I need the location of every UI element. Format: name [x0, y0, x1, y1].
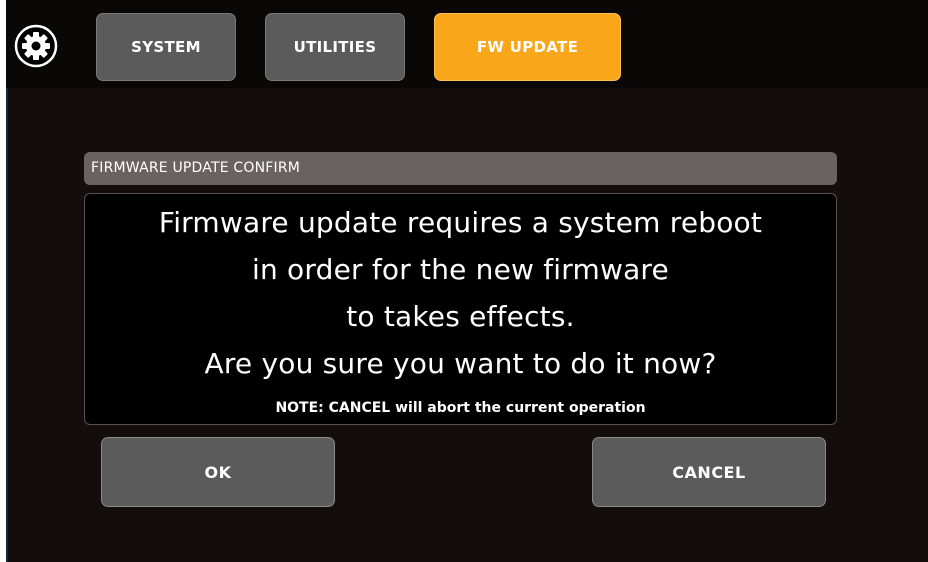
- message-line-2: in order for the new firmware: [252, 253, 669, 286]
- top-tab-bar: SYSTEM UTILITIES FW UPDATE: [6, 0, 928, 88]
- tab-utilities[interactable]: UTILITIES: [265, 13, 405, 81]
- cancel-button[interactable]: CANCEL: [592, 437, 826, 507]
- dialog-title: FIRMWARE UPDATE CONFIRM: [84, 152, 837, 185]
- gear-icon[interactable]: [14, 24, 58, 68]
- message-line-1: Firmware update requires a system reboot: [158, 206, 763, 239]
- tab-fw-update[interactable]: FW UPDATE: [434, 13, 621, 81]
- tab-system[interactable]: SYSTEM: [96, 13, 236, 81]
- dialog-note: NOTE: CANCEL will abort the current oper…: [275, 400, 646, 416]
- dialog-message-box: Firmware update requires a system reboot…: [84, 193, 837, 425]
- device-screen: SYSTEM UTILITIES FW UPDATE FIRMWARE UPDA…: [6, 0, 928, 562]
- message-line-3: to takes effects.: [346, 300, 575, 333]
- message-line-4: Are you sure you want to do it now?: [204, 347, 717, 380]
- ok-button[interactable]: OK: [101, 437, 335, 507]
